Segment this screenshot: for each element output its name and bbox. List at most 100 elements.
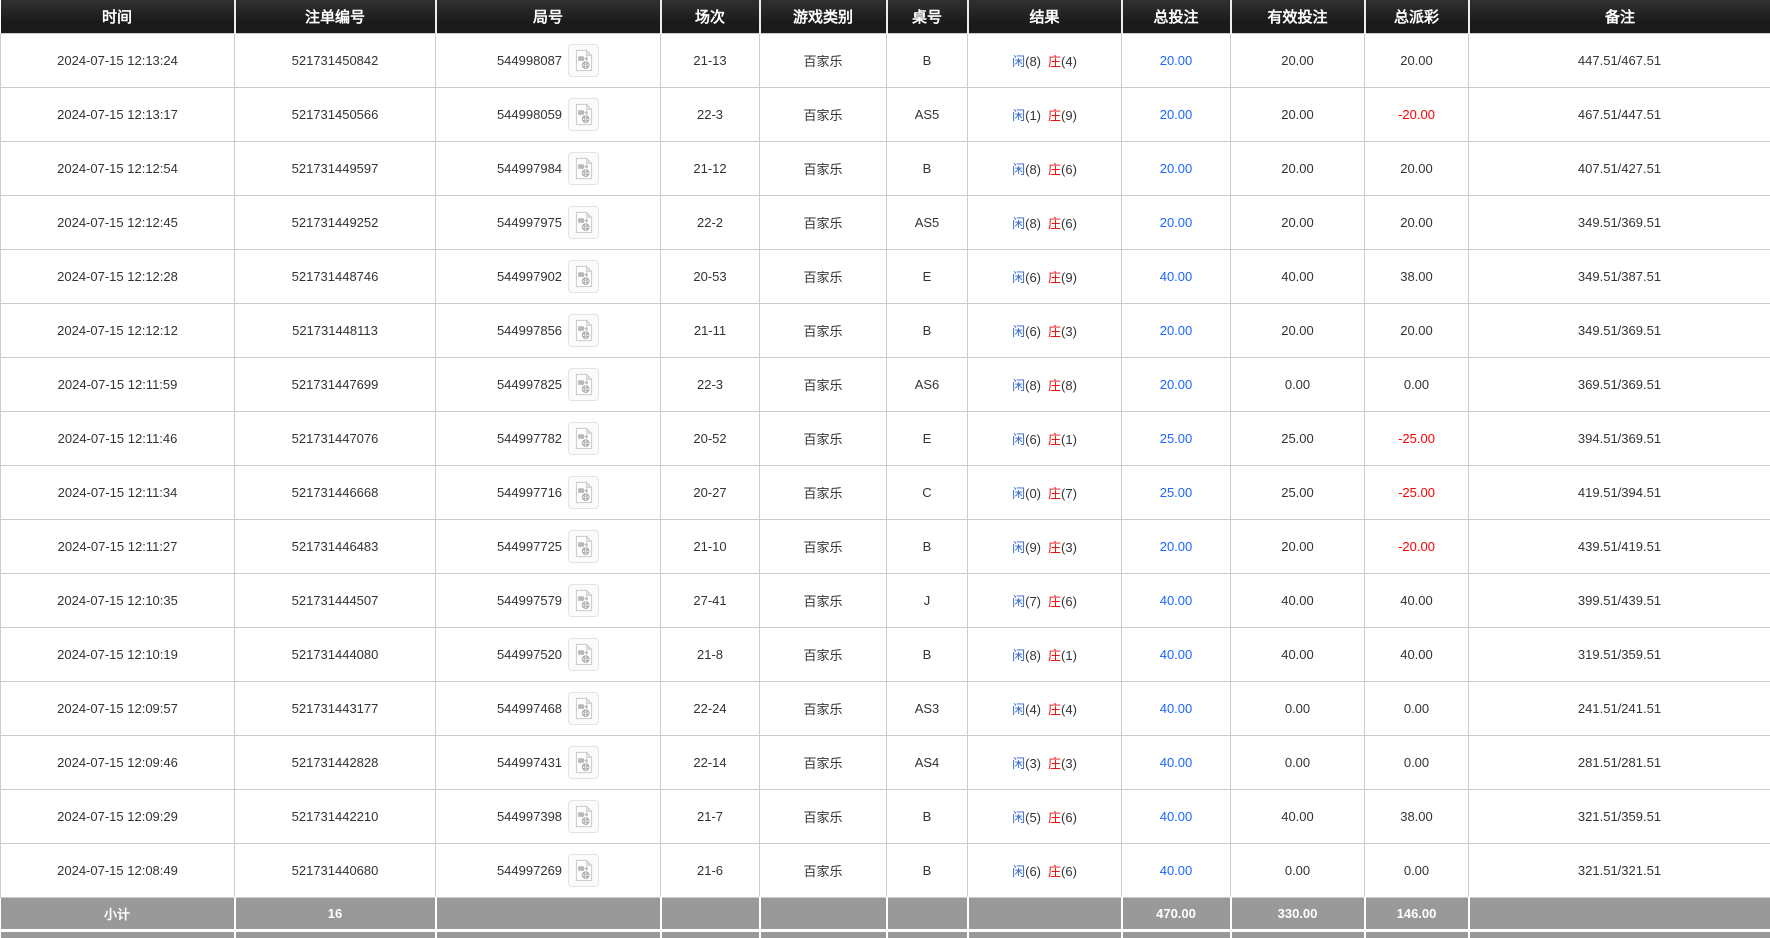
cell-remark: 439.51/419.51 xyxy=(1468,518,1770,574)
cell-bet-no: 521731449597 xyxy=(234,140,436,196)
video-replay-icon xyxy=(575,210,593,233)
result-player-label: 闲 xyxy=(1012,809,1026,825)
cell-result: 闲(6) 庄(1) xyxy=(967,410,1122,466)
video-replay-button[interactable] xyxy=(568,367,600,401)
subtotal-empty xyxy=(660,897,761,930)
cell-round-no: 544997856 xyxy=(435,302,661,358)
cell-game-type: 百家乐 xyxy=(759,410,887,466)
table-row: 2024-07-15 12:12:45 521731449252 5449979… xyxy=(0,194,1770,250)
result-banker-score: (1) xyxy=(1061,647,1077,663)
video-replay-icon xyxy=(575,696,593,719)
video-replay-button[interactable] xyxy=(568,151,600,185)
round-no-text: 544997269 xyxy=(496,862,563,878)
cell-time: 2024-07-15 12:12:45 xyxy=(0,194,235,250)
cell-round-no: 544997984 xyxy=(435,140,661,196)
result-banker-label: 庄 xyxy=(1048,809,1062,825)
cell-remark: 369.51/369.51 xyxy=(1468,356,1770,412)
cell-time: 2024-07-15 12:12:28 xyxy=(0,248,235,304)
result-banker-label: 庄 xyxy=(1048,215,1062,231)
video-replay-button[interactable] xyxy=(568,421,600,455)
cell-game-type: 百家乐 xyxy=(759,518,887,574)
video-replay-button[interactable] xyxy=(568,637,600,671)
table-header: 时间 注单编号 局号 场次 游戏类别 桌号 结果 总投注 有效投注 总派彩 备注 xyxy=(0,0,1770,33)
cell-total-bet: 20.00 xyxy=(1121,140,1231,196)
cell-remark: 407.51/427.51 xyxy=(1468,140,1770,196)
round-no-text: 544998087 xyxy=(496,52,563,68)
cell-remark: 321.51/359.51 xyxy=(1468,788,1770,844)
cell-game-type: 百家乐 xyxy=(759,842,887,898)
video-replay-button[interactable] xyxy=(568,205,600,239)
cell-table-no: AS5 xyxy=(886,86,968,142)
cell-remark: 241.51/241.51 xyxy=(1468,680,1770,736)
table-body: 2024-07-15 12:13:24 521731450842 5449980… xyxy=(0,32,1770,898)
cell-time: 2024-07-15 12:11:34 xyxy=(0,464,235,520)
cell-result: 闲(8) 庄(6) xyxy=(967,140,1122,196)
cell-result: 闲(6) 庄(3) xyxy=(967,302,1122,358)
video-replay-button[interactable] xyxy=(568,313,600,347)
cell-result: 闲(4) 庄(4) xyxy=(967,680,1122,736)
subtotal-empty xyxy=(1468,897,1770,930)
video-replay-button[interactable] xyxy=(568,529,600,563)
round-no-text: 544997431 xyxy=(496,754,563,770)
cell-time: 2024-07-15 12:09:46 xyxy=(0,734,235,790)
result-banker-label: 庄 xyxy=(1048,647,1062,663)
result-banker-label: 庄 xyxy=(1048,107,1062,123)
cell-table-no: B xyxy=(886,842,968,898)
result-banker-label: 庄 xyxy=(1048,269,1062,285)
cell-payout: 38.00 xyxy=(1364,788,1469,844)
result-player-label: 闲 xyxy=(1012,485,1026,501)
video-replay-button[interactable] xyxy=(568,583,600,617)
result-banker-score: (6) xyxy=(1061,863,1077,879)
cell-bet-no: 521731442828 xyxy=(234,734,436,790)
cell-table-no: J xyxy=(886,572,968,628)
cell-game-type: 百家乐 xyxy=(759,464,887,520)
cell-total-bet: 40.00 xyxy=(1121,842,1231,898)
result-player-score: (8) xyxy=(1025,161,1041,177)
cell-session: 20-53 xyxy=(660,248,760,304)
cell-session: 20-27 xyxy=(660,464,760,520)
cell-table-no: B xyxy=(886,32,968,88)
video-replay-button[interactable] xyxy=(568,97,600,131)
cell-session: 22-3 xyxy=(660,86,760,142)
table-row: 2024-07-15 12:12:12 521731448113 5449978… xyxy=(0,302,1770,358)
video-replay-icon xyxy=(575,588,593,611)
result-player-score: (5) xyxy=(1025,809,1041,825)
cell-game-type: 百家乐 xyxy=(759,32,887,88)
result-player-label: 闲 xyxy=(1012,323,1026,339)
subtotal-row: 小计 16 470.00 330.00 146.00 xyxy=(0,897,1770,930)
cell-total-bet: 40.00 xyxy=(1121,626,1231,682)
result-player-score: (8) xyxy=(1025,215,1041,231)
col-bet-no: 注单编号 xyxy=(234,0,437,33)
subtotal-count: 16 xyxy=(234,897,437,930)
video-replay-button[interactable] xyxy=(568,745,600,779)
cell-bet-no: 521731449252 xyxy=(234,194,436,250)
video-replay-button[interactable] xyxy=(568,799,600,833)
col-round-no: 局号 xyxy=(435,0,662,33)
result-banker-score: (3) xyxy=(1061,755,1077,771)
cell-total-bet: 20.00 xyxy=(1121,86,1231,142)
subtotal-total-bet: 470.00 xyxy=(1121,897,1232,930)
cell-valid-bet: 40.00 xyxy=(1230,788,1365,844)
result-banker-label: 庄 xyxy=(1048,539,1062,555)
col-result: 结果 xyxy=(967,0,1123,33)
video-replay-button[interactable] xyxy=(568,43,600,77)
round-no-text: 544997902 xyxy=(496,268,563,284)
result-player-score: (6) xyxy=(1025,269,1041,285)
cell-session: 22-24 xyxy=(660,680,760,736)
cell-bet-no: 521731444507 xyxy=(234,572,436,628)
cell-bet-no: 521731447076 xyxy=(234,410,436,466)
video-replay-button[interactable] xyxy=(568,259,600,293)
subtotal-empty xyxy=(435,897,662,930)
video-replay-button[interactable] xyxy=(568,475,600,509)
cell-total-bet: 40.00 xyxy=(1121,572,1231,628)
video-replay-icon xyxy=(575,372,593,395)
video-replay-button[interactable] xyxy=(568,853,600,887)
cell-table-no: B xyxy=(886,302,968,358)
cell-round-no: 544997782 xyxy=(435,410,661,466)
result-player-label: 闲 xyxy=(1012,377,1026,393)
total-row-cutoff xyxy=(0,928,1770,938)
video-replay-button[interactable] xyxy=(568,691,600,725)
cell-session: 21-11 xyxy=(660,302,760,358)
cell-payout: 0.00 xyxy=(1364,734,1469,790)
cell-valid-bet: 25.00 xyxy=(1230,410,1365,466)
